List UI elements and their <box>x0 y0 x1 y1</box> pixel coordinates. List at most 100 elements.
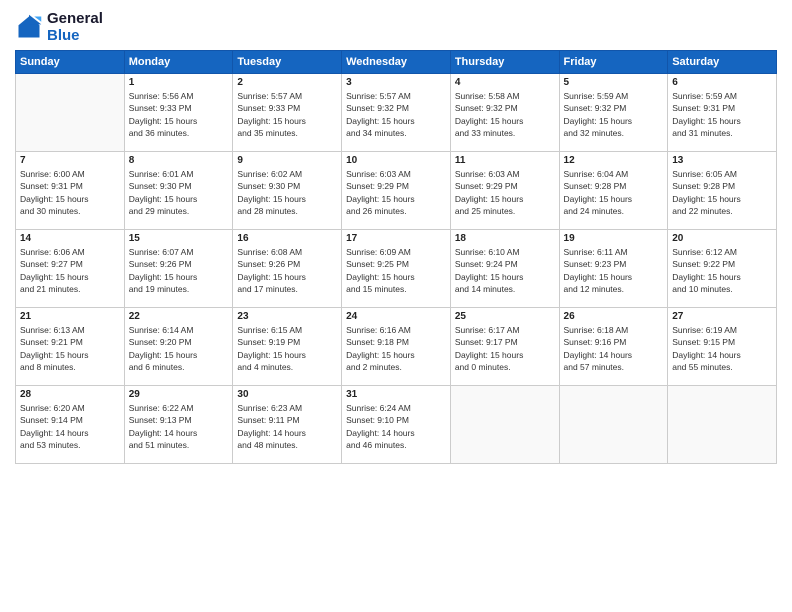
week-row-5: 28 Sunrise: 6:20 AM Sunset: 9:14 PM Dayli… <box>16 386 777 464</box>
day-info: Sunrise: 6:18 AM Sunset: 9:16 PM Dayligh… <box>564 324 664 373</box>
day-cell: 31 Sunrise: 6:24 AM Sunset: 9:10 PM Dayli… <box>342 386 451 464</box>
day-cell: 17 Sunrise: 6:09 AM Sunset: 9:25 PM Dayli… <box>342 230 451 308</box>
day-number: 3 <box>346 77 446 88</box>
day-info: Sunrise: 5:57 AM Sunset: 9:32 PM Dayligh… <box>346 90 446 139</box>
day-number: 12 <box>564 155 664 166</box>
day-info: Sunrise: 5:59 AM Sunset: 9:31 PM Dayligh… <box>672 90 772 139</box>
day-info: Sunrise: 6:15 AM Sunset: 9:19 PM Dayligh… <box>237 324 337 373</box>
day-cell: 9 Sunrise: 6:02 AM Sunset: 9:30 PM Daylig… <box>233 152 342 230</box>
day-number: 31 <box>346 389 446 400</box>
day-number: 4 <box>455 77 555 88</box>
day-cell <box>450 386 559 464</box>
week-row-3: 14Sunrise: 6:06 AM Sunset: 9:27 PM Dayli… <box>16 230 777 308</box>
week-row-1: 1 Sunrise: 5:56 AM Sunset: 9:33 PM Daylig… <box>16 74 777 152</box>
day-cell: 20Sunrise: 6:12 AM Sunset: 9:22 PM Dayli… <box>668 230 777 308</box>
header-row: SundayMondayTuesdayWednesdayThursdayFrid… <box>16 51 777 74</box>
day-info: Sunrise: 6:17 AM Sunset: 9:17 PM Dayligh… <box>455 324 555 373</box>
header-cell-tuesday: Tuesday <box>233 51 342 74</box>
day-info: Sunrise: 6:00 AM Sunset: 9:31 PM Dayligh… <box>20 168 120 217</box>
day-info: Sunrise: 6:11 AM Sunset: 9:23 PM Dayligh… <box>564 246 664 295</box>
header-cell-sunday: Sunday <box>16 51 125 74</box>
day-number: 16 <box>237 233 337 244</box>
day-cell: 19 Sunrise: 6:11 AM Sunset: 9:23 PM Dayli… <box>559 230 668 308</box>
day-cell: 16 Sunrise: 6:08 AM Sunset: 9:26 PM Dayli… <box>233 230 342 308</box>
header: General Blue <box>15 10 777 44</box>
day-number: 24 <box>346 311 446 322</box>
header-cell-friday: Friday <box>559 51 668 74</box>
day-info: Sunrise: 6:02 AM Sunset: 9:30 PM Dayligh… <box>237 168 337 217</box>
day-cell <box>559 386 668 464</box>
day-cell: 5 Sunrise: 5:59 AM Sunset: 9:32 PM Daylig… <box>559 74 668 152</box>
day-cell: 22 Sunrise: 6:14 AM Sunset: 9:20 PM Dayli… <box>124 308 233 386</box>
day-number: 14 <box>20 233 120 244</box>
calendar-table: SundayMondayTuesdayWednesdayThursdayFrid… <box>15 50 777 464</box>
day-cell: 23 Sunrise: 6:15 AM Sunset: 9:19 PM Dayli… <box>233 308 342 386</box>
day-number: 5 <box>564 77 664 88</box>
day-cell: 27 Sunrise: 6:19 AM Sunset: 9:15 PM Dayli… <box>668 308 777 386</box>
day-number: 7 <box>20 155 120 166</box>
day-number: 9 <box>237 155 337 166</box>
day-cell: 6 Sunrise: 5:59 AM Sunset: 9:31 PM Daylig… <box>668 74 777 152</box>
day-info: Sunrise: 6:19 AM Sunset: 9:15 PM Dayligh… <box>672 324 772 373</box>
day-cell: 11Sunrise: 6:03 AM Sunset: 9:29 PM Dayli… <box>450 152 559 230</box>
day-number: 30 <box>237 389 337 400</box>
day-info: Sunrise: 6:01 AM Sunset: 9:30 PM Dayligh… <box>129 168 229 217</box>
day-info: Sunrise: 6:12 AM Sunset: 9:22 PM Dayligh… <box>672 246 772 295</box>
day-number: 15 <box>129 233 229 244</box>
day-cell: 18 Sunrise: 6:10 AM Sunset: 9:24 PM Dayli… <box>450 230 559 308</box>
day-number: 1 <box>129 77 229 88</box>
day-number: 6 <box>672 77 772 88</box>
day-info: Sunrise: 6:24 AM Sunset: 9:10 PM Dayligh… <box>346 402 446 451</box>
page: General Blue SundayMondayTuesdayWednesda… <box>0 0 792 612</box>
day-number: 23 <box>237 311 337 322</box>
day-info: Sunrise: 5:56 AM Sunset: 9:33 PM Dayligh… <box>129 90 229 139</box>
header-cell-saturday: Saturday <box>668 51 777 74</box>
day-number: 27 <box>672 311 772 322</box>
day-number: 11 <box>455 155 555 166</box>
day-number: 29 <box>129 389 229 400</box>
day-cell: 21 Sunrise: 6:13 AM Sunset: 9:21 PM Dayli… <box>16 308 125 386</box>
day-cell: 10 Sunrise: 6:03 AM Sunset: 9:29 PM Dayli… <box>342 152 451 230</box>
day-number: 2 <box>237 77 337 88</box>
day-info: Sunrise: 5:59 AM Sunset: 9:32 PM Dayligh… <box>564 90 664 139</box>
day-number: 28 <box>20 389 120 400</box>
day-info: Sunrise: 6:08 AM Sunset: 9:26 PM Dayligh… <box>237 246 337 295</box>
week-row-2: 7 Sunrise: 6:00 AM Sunset: 9:31 PM Daylig… <box>16 152 777 230</box>
day-info: Sunrise: 6:14 AM Sunset: 9:20 PM Dayligh… <box>129 324 229 373</box>
day-info: Sunrise: 5:57 AM Sunset: 9:33 PM Dayligh… <box>237 90 337 139</box>
day-number: 19 <box>564 233 664 244</box>
logo: General Blue <box>15 10 103 44</box>
day-info: Sunrise: 6:13 AM Sunset: 9:21 PM Dayligh… <box>20 324 120 373</box>
day-info: Sunrise: 6:07 AM Sunset: 9:26 PM Dayligh… <box>129 246 229 295</box>
day-number: 18 <box>455 233 555 244</box>
day-info: Sunrise: 6:23 AM Sunset: 9:11 PM Dayligh… <box>237 402 337 451</box>
day-number: 10 <box>346 155 446 166</box>
logo-icon <box>15 13 43 41</box>
day-cell: 30 Sunrise: 6:23 AM Sunset: 9:11 PM Dayli… <box>233 386 342 464</box>
day-info: Sunrise: 6:20 AM Sunset: 9:14 PM Dayligh… <box>20 402 120 451</box>
header-cell-thursday: Thursday <box>450 51 559 74</box>
day-cell: 25Sunrise: 6:17 AM Sunset: 9:17 PM Dayli… <box>450 308 559 386</box>
day-info: Sunrise: 6:03 AM Sunset: 9:29 PM Dayligh… <box>346 168 446 217</box>
day-cell: 3 Sunrise: 5:57 AM Sunset: 9:32 PM Daylig… <box>342 74 451 152</box>
day-cell: 13Sunrise: 6:05 AM Sunset: 9:28 PM Dayli… <box>668 152 777 230</box>
day-cell: 24 Sunrise: 6:16 AM Sunset: 9:18 PM Dayli… <box>342 308 451 386</box>
day-cell <box>16 74 125 152</box>
day-number: 13 <box>672 155 772 166</box>
header-cell-wednesday: Wednesday <box>342 51 451 74</box>
logo-text: General Blue <box>47 10 103 44</box>
header-cell-monday: Monday <box>124 51 233 74</box>
day-cell: 14Sunrise: 6:06 AM Sunset: 9:27 PM Dayli… <box>16 230 125 308</box>
day-cell: 28 Sunrise: 6:20 AM Sunset: 9:14 PM Dayli… <box>16 386 125 464</box>
day-info: Sunrise: 5:58 AM Sunset: 9:32 PM Dayligh… <box>455 90 555 139</box>
day-info: Sunrise: 6:09 AM Sunset: 9:25 PM Dayligh… <box>346 246 446 295</box>
day-cell: 12Sunrise: 6:04 AM Sunset: 9:28 PM Dayli… <box>559 152 668 230</box>
day-number: 21 <box>20 311 120 322</box>
day-info: Sunrise: 6:16 AM Sunset: 9:18 PM Dayligh… <box>346 324 446 373</box>
day-number: 22 <box>129 311 229 322</box>
day-cell <box>668 386 777 464</box>
day-cell: 4 Sunrise: 5:58 AM Sunset: 9:32 PM Daylig… <box>450 74 559 152</box>
day-info: Sunrise: 6:10 AM Sunset: 9:24 PM Dayligh… <box>455 246 555 295</box>
day-number: 17 <box>346 233 446 244</box>
day-cell: 26Sunrise: 6:18 AM Sunset: 9:16 PM Dayli… <box>559 308 668 386</box>
